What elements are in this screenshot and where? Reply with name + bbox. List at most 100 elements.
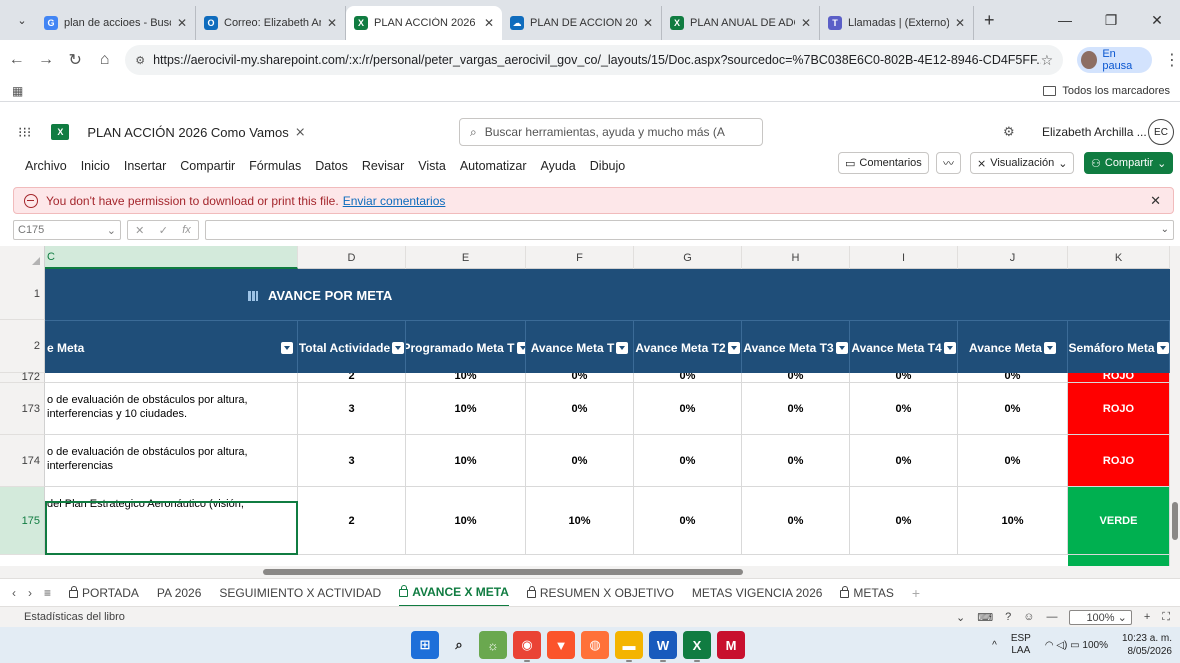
selected-cell-c175[interactable] [45,501,298,555]
column-header-k[interactable]: K [1068,246,1170,269]
file-explorer-icon[interactable]: ▬ [615,631,643,662]
cell-t3[interactable]: 0% [742,487,850,554]
cell-t1[interactable]: 0% [526,435,634,486]
cell-total[interactable]: 3 [298,435,406,486]
cell-semaforo[interactable]: ROJO [1068,435,1170,486]
close-icon[interactable]: ✕ [1150,193,1161,209]
help-icon[interactable]: ? [1005,611,1011,623]
comments-button[interactable]: ▭ Comentarios [838,152,929,174]
row-header-175[interactable]: 175 [0,487,45,555]
zoom-in-icon[interactable]: + [1144,611,1150,623]
search-box[interactable]: ⌕ Buscar herramientas, ayuda y mucho más… [459,118,763,146]
chevron-down-icon[interactable]: ⌄ [956,611,965,624]
menu-automatizar[interactable]: Automatizar [460,159,527,173]
next-sheet-icon[interactable]: › [28,586,32,600]
menu-dibujo[interactable]: Dibujo [590,159,625,173]
cell-semaforo[interactable]: ROJO [1068,373,1170,382]
cell-t1[interactable]: 0% [526,383,634,434]
close-icon[interactable]: ✕ [327,16,337,30]
chrome-icon[interactable]: ◉ [513,631,541,662]
widgets-icon[interactable]: ☼ [479,631,507,659]
menu-archivo[interactable]: Archivo [25,159,67,173]
restore-icon[interactable]: ❐ [1088,0,1134,40]
view-mode-button[interactable]: ⨯ Visualización ⌄ [970,152,1075,174]
tab-search-chevron-icon[interactable]: ⌄ [8,6,36,34]
close-icon[interactable]: ✕ [801,16,811,30]
select-all-corner[interactable] [0,246,45,269]
search-icon[interactable]: ⌕ [445,631,473,659]
cell-meta[interactable]: o de evaluación de obstáculos por altura… [45,435,298,486]
network-sound-battery[interactable]: ◠ ◁) ▭ 100% [1045,640,1108,651]
row-header-1[interactable]: 1 [0,269,45,320]
row-header-173[interactable]: 173 [0,383,45,435]
all-sheets-icon[interactable]: ≡ [44,586,51,600]
close-window-icon[interactable]: ✕ [1134,0,1180,40]
forward-icon[interactable]: → [33,51,58,69]
scroll-thumb[interactable] [1172,502,1178,540]
column-header-f[interactable]: F [526,246,634,269]
cell-programado[interactable]: 10% [406,435,526,486]
user-name[interactable]: Elizabeth Archilla ... [1042,125,1147,139]
header-avance-t2[interactable]: Avance Meta T2 [634,321,742,374]
document-title[interactable]: PLAN ACCIÓN 2026 Como Vamos [87,125,288,140]
browser-tab-teams[interactable]: T Llamadas | (Externo) | ✕ [820,6,974,40]
firefox-icon[interactable]: ◍ [581,631,609,659]
menu-insertar[interactable]: Insertar [124,159,166,173]
filter-dropdown-icon[interactable] [1156,341,1169,354]
expand-chevron-icon[interactable]: ⌄ [1161,224,1169,235]
cell-total[interactable]: 2 [298,373,406,382]
header-semaforo-meta[interactable]: Semáforo Meta [1068,321,1170,374]
cell-t1[interactable]: 10% [526,487,634,554]
menu-inicio[interactable]: Inicio [81,159,110,173]
browser-tab-outlook[interactable]: O Correo: Elizabeth Arc ✕ [196,6,346,40]
cancel-icon[interactable]: ✕ [135,224,144,237]
header-programado-meta[interactable]: Programado Meta T [406,321,526,374]
spreadsheet-grid[interactable]: C D E F G H I J K 1 2 172 173 174 175 AV… [0,246,1180,568]
cell-t4[interactable]: 0% [850,383,958,434]
vertical-scrollbar[interactable] [1170,246,1180,568]
back-icon[interactable]: ← [4,51,29,69]
cell-meta[interactable]: o de evaluación de obstáculos por altura… [45,383,298,434]
browser-tab-plan-accion[interactable]: X PLAN ACCIÓN 2026 C ✕ [346,6,502,40]
url-omnibox[interactable]: ⚙ https://aerocivil-my.sharepoint.com/:x… [125,45,1064,75]
language-indicator[interactable]: ESP LAA [1011,633,1031,657]
cell-semaforo[interactable]: ROJO [1068,383,1170,434]
windows-start-icon[interactable]: ⊞ [411,631,439,659]
menu-ayuda[interactable]: Ayuda [541,159,576,173]
user-avatar[interactable]: EC [1148,119,1174,145]
cell-t2[interactable]: 0% [634,435,742,486]
cell-t2[interactable]: 0% [634,373,742,382]
site-info-icon[interactable]: ⚙ [135,54,145,67]
header-avance-t4[interactable]: Avance Meta T4 [850,321,958,374]
menu-compartir[interactable]: Compartir [180,159,235,173]
cell-meta[interactable] [45,373,298,382]
browser-tab-onedrive[interactable]: ☁ PLAN DE ACCION 20 ✕ [502,6,662,40]
column-header-e[interactable]: E [406,246,526,269]
filter-dropdown-icon[interactable] [616,341,629,354]
column-header-g[interactable]: G [634,246,742,269]
check-icon[interactable]: ✓ [159,224,168,237]
horizontal-scrollbar[interactable] [0,566,1180,578]
cell-programado[interactable]: 10% [406,487,526,554]
close-icon[interactable]: ✕ [177,16,187,30]
header-meta[interactable]: e Meta [45,321,298,374]
header-avance-t3[interactable]: Avance Meta T3 [742,321,850,374]
header-avance-meta[interactable]: Avance Meta [958,321,1068,374]
brave-icon[interactable]: ▼ [547,631,575,659]
row-header-2[interactable]: 2 [0,320,45,373]
keyboard-icon[interactable]: ⌨ [977,611,993,624]
menu-revisar[interactable]: Revisar [362,159,404,173]
sheet-tab-pa-2026[interactable]: PA 2026 [157,579,201,607]
browser-tab-google[interactable]: G plan de accioes - Busc ✕ [36,6,196,40]
cell-t4[interactable]: 0% [850,435,958,486]
mcafee-icon[interactable]: M [717,631,745,659]
activity-button[interactable]: 〰 [936,152,961,174]
browser-menu-icon[interactable]: ⋮ [1164,50,1180,70]
zoom-level[interactable]: 100% ⌄ [1069,609,1132,625]
add-sheet-button[interactable]: + [912,579,920,607]
tray-overflow-icon[interactable]: ^ [992,640,997,651]
menu-formulas[interactable]: Fórmulas [249,159,301,173]
cell-semaforo[interactable]: VERDE [1068,487,1170,554]
cell-t2[interactable]: 0% [634,383,742,434]
cell-total[interactable]: 2 [298,487,406,554]
